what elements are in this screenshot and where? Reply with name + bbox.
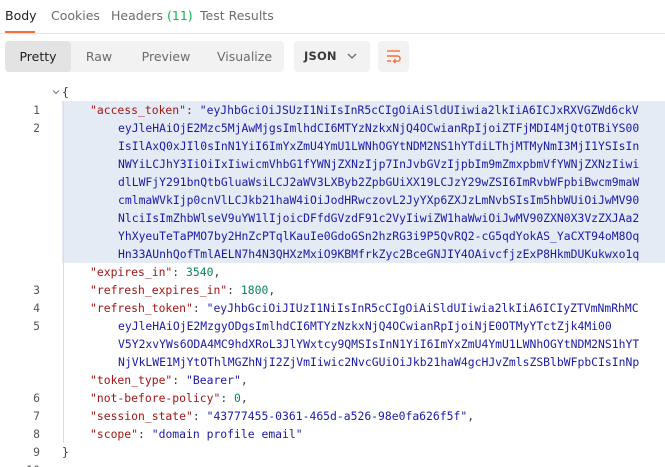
code-line: 3 "expires_in": 3540, [0, 263, 665, 297]
tab-headers[interactable]: Headers (11) [111, 8, 193, 23]
tab-cookies[interactable]: Cookies [51, 8, 100, 23]
tab-body[interactable]: Body [5, 8, 37, 23]
response-body-editor[interactable]: 1 { 2 "access_token": "eyJhbGciOiJSUzI1N… [0, 83, 665, 467]
line-number: 2 [33, 121, 40, 135]
json-number: 3540 [186, 265, 214, 279]
json-string: "eyJhbGciOiJIUzI1NiIsInR5cCIgOiAiSldUIiw… [206, 301, 639, 315]
json-key: "not-before-policy" [90, 391, 221, 405]
active-tab-indicator [5, 31, 35, 33]
code-line: 6 "token_type": "Bearer", [0, 371, 665, 405]
view-visualize-button[interactable]: Visualize [205, 41, 284, 72]
wrapped-token-line: Hn33AUnhQofTmlAELN7h4N3QHXzMxiO9KBMfrkZy… [118, 247, 640, 261]
tab-headers-label: Headers [111, 8, 164, 23]
line-number: 5 [33, 319, 40, 333]
format-select[interactable]: JSON [294, 41, 370, 72]
wrapped-token-line: IsIlAxQ0xJIl0sInN1YiI6ImYxZmU4YmU1LWNhOG… [118, 139, 640, 153]
view-preview-button[interactable]: Preview [127, 41, 205, 72]
code-line: 9 "scope": "domain profile email" [0, 425, 665, 459]
chevron-down-icon [347, 53, 357, 59]
view-raw-button[interactable]: Raw [71, 41, 127, 72]
response-tabs: Body Cookies Headers (11) Test Results [0, 0, 665, 34]
wrapped-token-line: YhXyeuTeTaPMO7by2HnZcPTqlKauIe0GdoGSn2hz… [118, 229, 640, 243]
json-key: "token_type" [90, 373, 173, 387]
close-brace: } [62, 445, 69, 459]
tab-test-results[interactable]: Test Results [200, 8, 274, 23]
wrapped-token-line: V5Y2xvYWs6ODA4MC9hdXRoL3JlYWxtcy9QMSIsIn… [118, 337, 640, 351]
code-line: 8 "session_state": "43777455-0361-465d-a… [0, 407, 665, 441]
code-line: 10 } [0, 443, 665, 467]
json-key: "expires_in" [90, 265, 173, 279]
headers-count-badge: (11) [167, 8, 193, 23]
json-key: "access_token" [90, 103, 187, 117]
wrapped-token-line: dlLWFjY291bnQtbGluaWsiLCJ2aWV3LXByb2ZpbG… [118, 175, 640, 189]
code-line: 7 "not-before-policy": 0, [0, 389, 665, 423]
wrap-lines-button[interactable] [378, 41, 409, 72]
fold-chevron-icon[interactable] [52, 88, 60, 96]
json-number: 0 [234, 391, 241, 405]
json-string: "eyJhbGciOiJSUzI1NiIsInR5cCIgOiAiSldUIiw… [199, 103, 639, 117]
wrap-lines-icon [387, 50, 401, 64]
json-key: "scope" [90, 427, 139, 441]
wrapped-token-line: NjVkLWE1MjYtOThlMGZhNjI2ZjVmIiwic2NvcGUi… [118, 355, 640, 369]
wrapped-token-line: eyJleHAiOjE2Mzc5MjAwMjgsImlhdCI6MTYzNzkx… [118, 121, 640, 135]
wrapped-token-line: NWYiLCJhY3IiOiIxIiwicmVhbG1fYWNjZXNzIjp7… [118, 157, 640, 171]
view-mode-segmented-control: Pretty Raw Preview Visualize [5, 41, 284, 72]
code-line: 5 "refresh_token": "eyJhbGciOiJIUzI1NiIs… [0, 299, 665, 333]
json-number: 1800 [240, 283, 269, 297]
wrapped-token-line: NlciIsImZhbWlseV9uYW1lIjoicDFfdGVzdF91c2… [118, 211, 640, 225]
json-string: "43777455-0361-465d-a526-98e0fa626f5f" [206, 409, 468, 423]
code-line: 2 "access_token": "eyJhbGciOiJSUzI1NiIsI… [0, 101, 665, 135]
json-key: "session_state" [90, 409, 193, 423]
response-toolbar: Pretty Raw Preview Visualize JSON [0, 41, 665, 73]
json-string: "domain profile email" [151, 427, 303, 441]
json-key: "refresh_expires_in" [90, 283, 228, 297]
line-number: 10 [0, 461, 40, 467]
json-key: "refresh_token" [90, 301, 193, 315]
code-line: 4 "refresh_expires_in": 1800, [0, 281, 665, 315]
code-line: 1 { [0, 83, 665, 117]
view-pretty-button[interactable]: Pretty [5, 41, 71, 72]
format-select-value: JSON [304, 49, 337, 63]
open-brace: { [62, 85, 69, 99]
wrapped-token-line: cmlmaWVkIjp0cnVlLCJkb21haW4iOiJodHRwczov… [118, 193, 640, 207]
wrapped-token-line: eyJleHAiOjE2MzgyODgsImlhdCI6MTYzNzkxNjQ4… [118, 319, 612, 333]
json-string: "Bearer" [186, 373, 241, 387]
